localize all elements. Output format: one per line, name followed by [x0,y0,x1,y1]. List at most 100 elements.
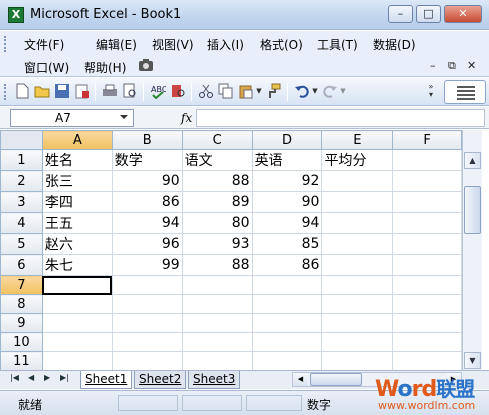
cell-b11[interactable] [111,351,183,370]
first-sheet-icon[interactable]: |◀ [10,373,19,382]
cell-d1[interactable]: 英语 [251,149,323,171]
new-icon[interactable] [14,83,30,99]
cell-e5[interactable] [321,233,394,255]
cell-e10[interactable] [321,332,394,352]
format-painter-icon[interactable] [266,83,282,99]
row-header-1[interactable]: 1 [0,149,43,171]
sheet-tab-3[interactable]: Sheet3 [188,371,241,389]
cell-f3[interactable] [392,191,462,213]
undo-dropdown-icon[interactable]: ▼ [311,83,319,99]
cell-d7[interactable] [251,275,323,295]
cell-f2[interactable] [392,170,462,192]
cell-c1[interactable]: 语文 [181,149,253,171]
scroll-left-button[interactable]: ◀ [293,373,308,386]
column-header-a[interactable]: A [41,130,113,150]
name-box-dropdown-icon[interactable] [120,115,128,119]
menu-data[interactable]: 数据(D) [373,36,416,53]
menubar-grip[interactable] [4,36,7,52]
cell-f4[interactable] [392,212,462,234]
cell-b10[interactable] [111,332,183,352]
paste-dropdown-icon[interactable]: ▼ [255,83,263,99]
row-header-4[interactable]: 4 [0,212,43,234]
save-icon[interactable] [54,83,70,99]
column-header-e[interactable]: E [321,130,394,150]
paste-icon[interactable] [238,83,254,99]
cell-d8[interactable] [251,294,323,314]
cell-a4[interactable]: 王五 [41,212,113,234]
camera-icon[interactable] [138,58,154,75]
menu-tools[interactable]: 工具(T) [317,36,358,53]
cell-f5[interactable] [392,233,462,255]
scroll-up-button[interactable]: ▲ [464,152,481,169]
menu-edit[interactable]: 编辑(E) [96,36,137,53]
cell-e8[interactable] [321,294,394,314]
print-icon[interactable] [102,83,118,99]
column-header-b[interactable]: B [111,130,183,150]
row-header-3[interactable]: 3 [0,191,43,213]
menu-format[interactable]: 格式(O) [260,36,303,53]
cell-a5[interactable]: 赵六 [41,233,113,255]
copy-icon[interactable] [218,83,234,99]
doc-close-button[interactable]: ✕ [467,59,476,72]
cell-a7[interactable] [41,275,113,295]
cell-f6[interactable] [392,254,462,276]
cell-f1[interactable] [392,149,462,171]
cell-e3[interactable] [321,191,394,213]
menu-help[interactable]: 帮助(H) [84,59,126,76]
column-header-d[interactable]: D [251,130,323,150]
cell-e11[interactable] [321,351,394,370]
cell-d5[interactable]: 85 [251,233,323,255]
cell-b5[interactable]: 96 [111,233,183,255]
cell-d11[interactable] [251,351,323,370]
cell-a11[interactable] [41,351,113,370]
permission-icon[interactable] [74,83,90,99]
next-sheet-icon[interactable]: ▶ [44,373,50,382]
cell-c8[interactable] [181,294,253,314]
cell-a6[interactable]: 朱七 [41,254,113,276]
undo-icon[interactable] [294,83,310,99]
menu-insert[interactable]: 插入(I) [207,36,244,53]
cell-d2[interactable]: 92 [251,170,323,192]
cell-f10[interactable] [392,332,462,352]
cell-a3[interactable]: 李四 [41,191,113,213]
cell-e6[interactable] [321,254,394,276]
cell-d10[interactable] [251,332,323,352]
row-header-10[interactable]: 10 [0,332,43,352]
cell-f9[interactable] [392,313,462,333]
cell-d4[interactable]: 94 [251,212,323,234]
row-header-8[interactable]: 8 [0,294,43,314]
cell-b8[interactable] [111,294,183,314]
spelling-icon[interactable]: ABC [150,83,168,100]
cell-c4[interactable]: 80 [181,212,253,234]
cell-e1[interactable]: 平均分 [321,149,394,171]
doc-minimize-button[interactable]: – [430,59,436,72]
sheet-tab-2[interactable]: Sheet2 [134,371,187,389]
cell-a2[interactable]: 张三 [41,170,113,192]
cell-c3[interactable]: 89 [181,191,253,213]
row-header-7[interactable]: 7 [0,275,43,295]
select-all-corner[interactable] [0,130,43,150]
cell-d6[interactable]: 86 [251,254,323,276]
cell-c7[interactable] [181,275,253,295]
cut-icon[interactable] [198,83,214,99]
cell-c9[interactable] [181,313,253,333]
cell-f11[interactable] [392,351,462,370]
cell-b6[interactable]: 99 [111,254,183,276]
cell-c6[interactable]: 88 [181,254,253,276]
minimize-button[interactable]: – [388,5,413,23]
row-header-11[interactable]: 11 [0,351,43,370]
research-icon[interactable] [170,83,186,99]
column-header-f[interactable]: F [392,130,462,150]
cell-b3[interactable]: 86 [111,191,183,213]
vertical-scroll-thumb[interactable] [464,186,481,234]
cell-c5[interactable]: 93 [181,233,253,255]
doc-restore-button[interactable]: ⧉ [448,59,456,73]
menu-file[interactable]: 文件(F) [24,36,64,53]
cell-e4[interactable] [321,212,394,234]
cell-a10[interactable] [41,332,113,352]
row-header-6[interactable]: 6 [0,254,43,276]
menu-window[interactable]: 窗口(W) [24,59,69,76]
cell-e7[interactable] [321,275,394,295]
cell-c11[interactable] [181,351,253,370]
cell-e2[interactable] [321,170,394,192]
